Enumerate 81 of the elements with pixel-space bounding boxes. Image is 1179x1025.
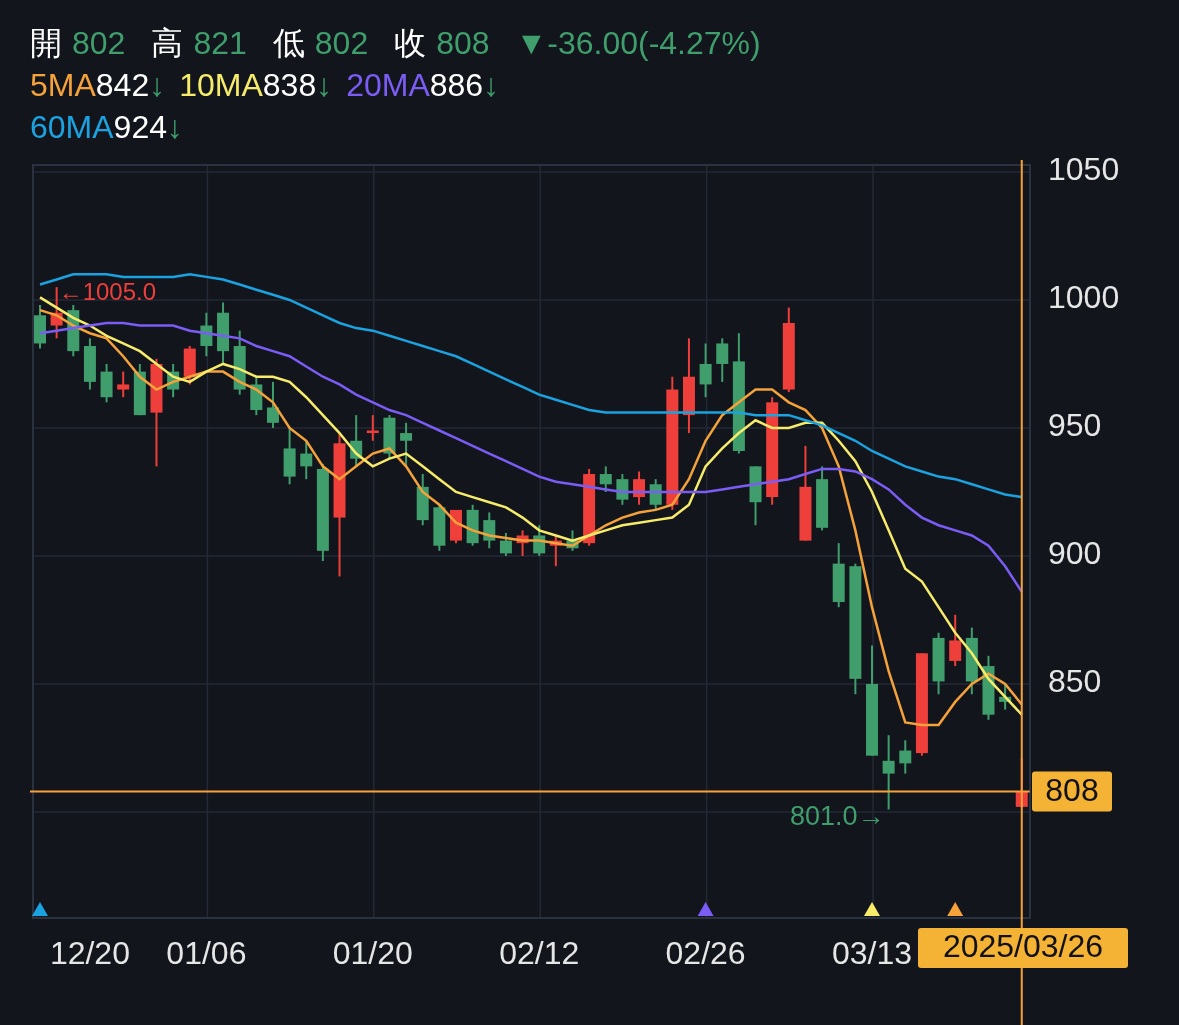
candlestick: [649, 478, 662, 511]
candlestick: [466, 503, 479, 547]
quote-value: 802: [314, 24, 369, 63]
quote-value: 802: [72, 24, 126, 63]
extreme-price-label: ←1005.0: [58, 278, 157, 306]
quote-value: 808: [436, 24, 490, 63]
candlestick: [499, 531, 512, 557]
candlestick: [133, 362, 146, 417]
quote-label: 低: [272, 24, 305, 63]
ma-legend-name: 20MA: [346, 66, 430, 105]
ma-trend-arrow: ↓: [483, 66, 500, 105]
ref-line-label: 808: [1045, 771, 1099, 808]
candlestick: [716, 337, 729, 383]
ma-trend-arrow: ↓: [149, 66, 166, 105]
price-axis-label: 850: [1048, 663, 1102, 700]
candlestick: [366, 414, 379, 442]
date-tag: 2025/03/26: [918, 928, 1128, 968]
candlestick: [816, 465, 829, 532]
candlestick: [749, 465, 762, 527]
candlestick: [982, 654, 995, 721]
quote-label: 收: [394, 24, 427, 63]
candlestick: [416, 473, 429, 527]
ma-legend-name: 5MA: [30, 66, 96, 105]
quote-label: 高: [151, 24, 184, 63]
candlestick: [616, 473, 629, 506]
candlestick: [899, 739, 912, 775]
candlestick: [67, 304, 80, 358]
date-axis-label: 02/12: [499, 935, 580, 972]
candlestick: [516, 529, 529, 557]
price-axis-label: 1050: [1048, 151, 1120, 188]
date-axis-label: 03/13: [831, 935, 913, 972]
candlestick: [965, 626, 978, 696]
price-tag: 808: [1032, 771, 1112, 812]
candlestick: [300, 439, 313, 481]
candlestick: [217, 301, 230, 365]
candlestick: [83, 337, 96, 391]
candlestick: [200, 311, 213, 358]
ma-legend-name: 10MA: [179, 66, 263, 105]
candlestick: [183, 345, 196, 386]
price-change: ▼-36.00(-4.27%): [515, 24, 761, 63]
candlestick: [283, 426, 296, 486]
candlestick: [699, 342, 712, 399]
quote-label: 開: [30, 24, 62, 63]
candlestick: [433, 503, 446, 552]
candlestick: [233, 329, 246, 396]
ma-legend-value: 886: [429, 66, 484, 105]
candlestick: [633, 470, 646, 506]
date-axis-label: 02/26: [665, 935, 746, 972]
candlestick: [599, 465, 612, 493]
price-axis-label: 1000: [1048, 279, 1120, 316]
extreme-price-label: 801.0→: [790, 800, 885, 831]
date-axis-label: 01/06: [166, 935, 247, 972]
candlestick: [50, 286, 63, 340]
price-axis-label: 950: [1048, 407, 1102, 444]
candlestick: [383, 414, 396, 460]
candlestick: [34, 304, 46, 350]
ma-trend-arrow: ↓: [167, 108, 183, 147]
ma-trend-arrow: ↓: [316, 66, 333, 105]
candlestick: [533, 524, 546, 557]
candlestick: [549, 534, 562, 568]
candlestick: [832, 542, 845, 609]
candlestick: [250, 375, 263, 417]
price-axis-label: 900: [1048, 535, 1102, 572]
ma-legend-name: 60MA: [30, 108, 114, 147]
candlestick: [566, 529, 579, 552]
candlestick: [266, 380, 279, 429]
ma-legend-value: 924: [113, 108, 167, 147]
candlestick: [350, 414, 363, 468]
quote-value: 821: [193, 24, 247, 63]
ma-legend-value: 838: [262, 66, 317, 105]
candlestick: [949, 613, 962, 668]
candlestick: [483, 511, 496, 550]
date-axis-label: 01/20: [332, 935, 413, 972]
candlestick: [117, 370, 130, 399]
candlestick: [932, 631, 945, 696]
candlestick: [167, 362, 180, 399]
candlestick: [999, 683, 1012, 711]
ma-legend-value: 842: [95, 66, 150, 105]
candlestick: [100, 362, 113, 404]
candlestick: [400, 421, 413, 468]
date-axis-label: 12/20: [49, 935, 130, 972]
